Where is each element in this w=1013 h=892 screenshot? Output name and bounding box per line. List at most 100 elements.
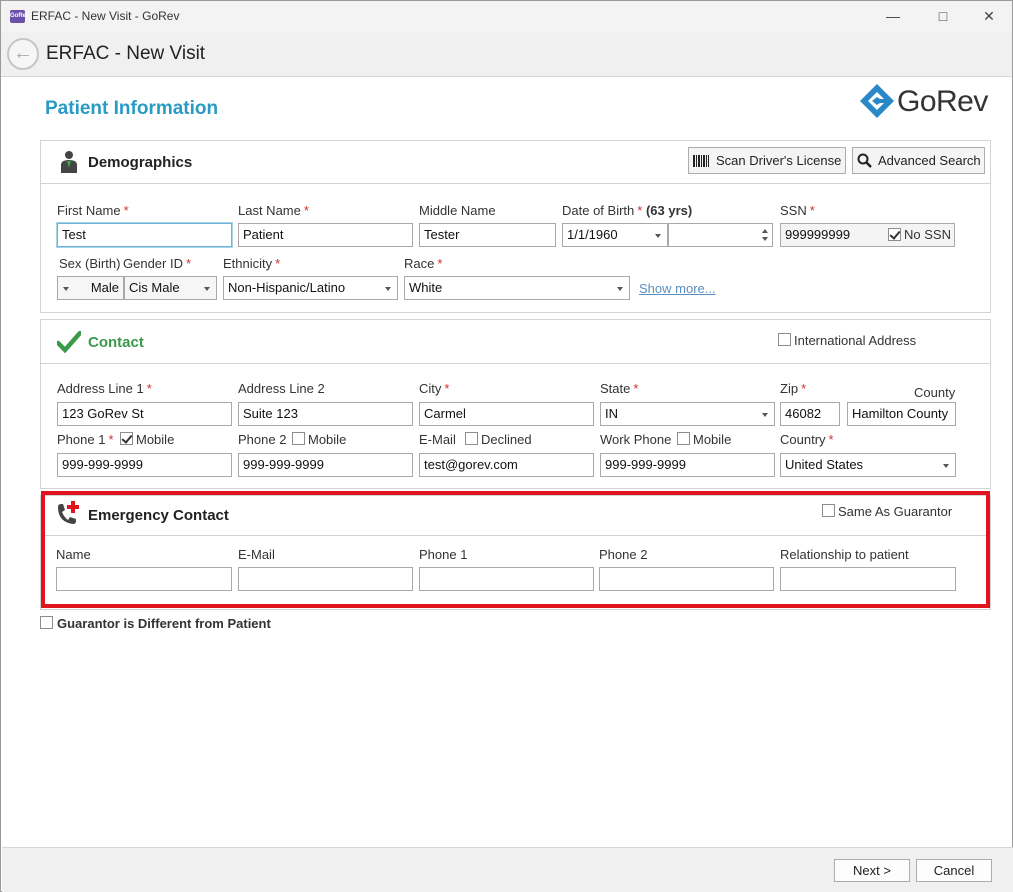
gender-dropdown-icon[interactable] xyxy=(204,287,210,291)
phone1-mobile-checkbox[interactable] xyxy=(120,432,133,445)
country-label: Country * xyxy=(780,432,834,447)
scan-license-button[interactable]: Scan Driver's License xyxy=(688,147,846,174)
advanced-search-label: Advanced Search xyxy=(878,153,981,168)
barcode-icon xyxy=(693,155,709,167)
phone2-input[interactable]: 999-999-9999 xyxy=(238,453,413,477)
nav-title: ERFAC - New Visit xyxy=(46,43,206,64)
gender-label: Gender ID * xyxy=(123,256,192,271)
checkmark-icon xyxy=(57,331,81,353)
app-icon: GoRev xyxy=(10,10,29,23)
last-name-label: Last Name * xyxy=(238,203,309,218)
address1-input[interactable]: 123 GoRev St xyxy=(57,402,232,426)
email-declined-label: Declined xyxy=(481,432,532,447)
phone1-mobile-label: Mobile xyxy=(136,432,175,447)
sex-value: Male xyxy=(90,280,119,295)
no-ssn-label: No SSN xyxy=(904,227,951,242)
sex-select[interactable]: Male xyxy=(57,276,124,300)
sex-dropdown-icon[interactable] xyxy=(63,287,69,291)
ethnicity-label: Ethnicity * xyxy=(223,256,281,271)
ethnicity-value: Non-Hispanic/Latino xyxy=(228,280,346,295)
phone2-mobile-checkbox[interactable] xyxy=(292,432,305,445)
phone1-label: Phone 1 * xyxy=(57,432,114,447)
last-name-input[interactable]: Patient xyxy=(238,223,413,247)
work-phone-mobile-checkbox[interactable] xyxy=(677,432,690,445)
first-name-input[interactable]: Test xyxy=(57,223,232,247)
gorev-logo-icon xyxy=(860,84,894,118)
race-dropdown-icon[interactable] xyxy=(617,287,623,291)
address2-input[interactable]: Suite 123 xyxy=(238,402,413,426)
international-address-checkbox[interactable] xyxy=(778,333,791,346)
close-window-button[interactable]: ✕ xyxy=(971,5,1007,27)
page-title: Patient Information xyxy=(45,98,219,119)
email-label: E-Mail xyxy=(419,432,456,447)
show-more-link[interactable]: Show more... xyxy=(639,281,716,296)
contact-title: Contact xyxy=(88,334,144,351)
first-name-label: First Name * xyxy=(57,203,129,218)
zip-label: Zip * xyxy=(780,381,807,396)
contact-header: Contact International Address xyxy=(41,320,990,364)
contact-panel: Contact International Address Address Li… xyxy=(40,319,991,489)
demographics-panel: Demographics Scan Driver's License Advan… xyxy=(40,140,991,313)
phone2-mobile-label: Mobile xyxy=(308,432,347,447)
country-select[interactable]: United States xyxy=(780,453,956,477)
search-icon xyxy=(857,153,872,168)
navigation-bar: ← ERFAC - New Visit xyxy=(1,32,1012,77)
dob-time-spinner[interactable] xyxy=(668,223,773,247)
work-phone-label: Work Phone xyxy=(600,432,672,447)
state-select[interactable]: IN xyxy=(600,402,775,426)
gender-value: Cis Male xyxy=(129,280,180,295)
city-input[interactable]: Carmel xyxy=(419,402,594,426)
ssn-value: 999999999 xyxy=(785,227,851,242)
city-label: City * xyxy=(419,381,450,396)
state-value: IN xyxy=(605,406,618,421)
maximize-button[interactable]: □ xyxy=(925,5,961,27)
county-label: County xyxy=(914,385,956,400)
age-text: (63 yrs) xyxy=(645,203,693,218)
county-input[interactable]: Hamilton County xyxy=(847,402,956,426)
footer-bar: Next > Cancel xyxy=(2,847,1013,892)
phone2-label: Phone 2 xyxy=(238,432,287,447)
cancel-button[interactable]: Cancel xyxy=(916,859,992,882)
logo-text: GoRev xyxy=(897,85,988,118)
next-button[interactable]: Next > xyxy=(834,859,910,882)
dob-date-picker[interactable]: 1/1/1960 xyxy=(562,223,668,247)
email-input[interactable]: test@gorev.com xyxy=(419,453,594,477)
demographics-header: Demographics Scan Driver's License Advan… xyxy=(41,141,990,184)
dob-label: Date of Birth * (63 yrs) xyxy=(562,203,693,218)
guarantor-different-checkbox[interactable] xyxy=(40,616,53,629)
back-arrow-icon[interactable]: ← xyxy=(7,38,39,70)
advanced-search-button[interactable]: Advanced Search xyxy=(852,147,985,174)
gorev-logo: GoRev xyxy=(859,81,994,123)
window-title: ERFAC - New Visit - GoRev xyxy=(31,9,180,23)
title-bar: GoRev ERFAC - New Visit - GoRev — □ ✕ xyxy=(1,1,1012,32)
middle-name-input[interactable]: Tester xyxy=(419,223,556,247)
highlight-box xyxy=(41,491,990,608)
race-label: Race * xyxy=(404,256,443,271)
app-window: GoRev ERFAC - New Visit - GoRev — □ ✕ ← … xyxy=(0,0,1013,892)
state-dropdown-icon[interactable] xyxy=(762,413,768,417)
minimize-button[interactable]: — xyxy=(875,5,911,27)
address2-label: Address Line 2 xyxy=(238,381,325,396)
guarantor-different-label: Guarantor is Different from Patient xyxy=(57,616,271,631)
demographics-title: Demographics xyxy=(88,154,193,171)
work-phone-input[interactable]: 999-999-9999 xyxy=(600,453,775,477)
international-address-label: International Address xyxy=(794,333,917,348)
spin-up-icon[interactable] xyxy=(762,229,768,233)
race-select[interactable]: White xyxy=(404,276,630,300)
ssn-label: SSN * xyxy=(780,203,815,218)
race-value: White xyxy=(409,280,443,295)
country-dropdown-icon[interactable] xyxy=(943,464,949,468)
ethnicity-dropdown-icon[interactable] xyxy=(385,287,391,291)
phone1-input[interactable]: 999-999-9999 xyxy=(57,453,232,477)
middle-name-label: Middle Name xyxy=(419,203,496,218)
dob-value: 1/1/1960 xyxy=(567,227,618,242)
email-declined-checkbox[interactable] xyxy=(465,432,478,445)
no-ssn-checkbox[interactable] xyxy=(888,228,901,241)
work-phone-mobile-label: Mobile xyxy=(693,432,732,447)
gender-select[interactable]: Cis Male xyxy=(124,276,217,300)
zip-input[interactable]: 46082 xyxy=(780,402,840,426)
state-label: State * xyxy=(600,381,639,396)
spin-down-icon[interactable] xyxy=(762,237,768,241)
dob-dropdown-icon[interactable] xyxy=(655,234,661,238)
ethnicity-select[interactable]: Non-Hispanic/Latino xyxy=(223,276,398,300)
